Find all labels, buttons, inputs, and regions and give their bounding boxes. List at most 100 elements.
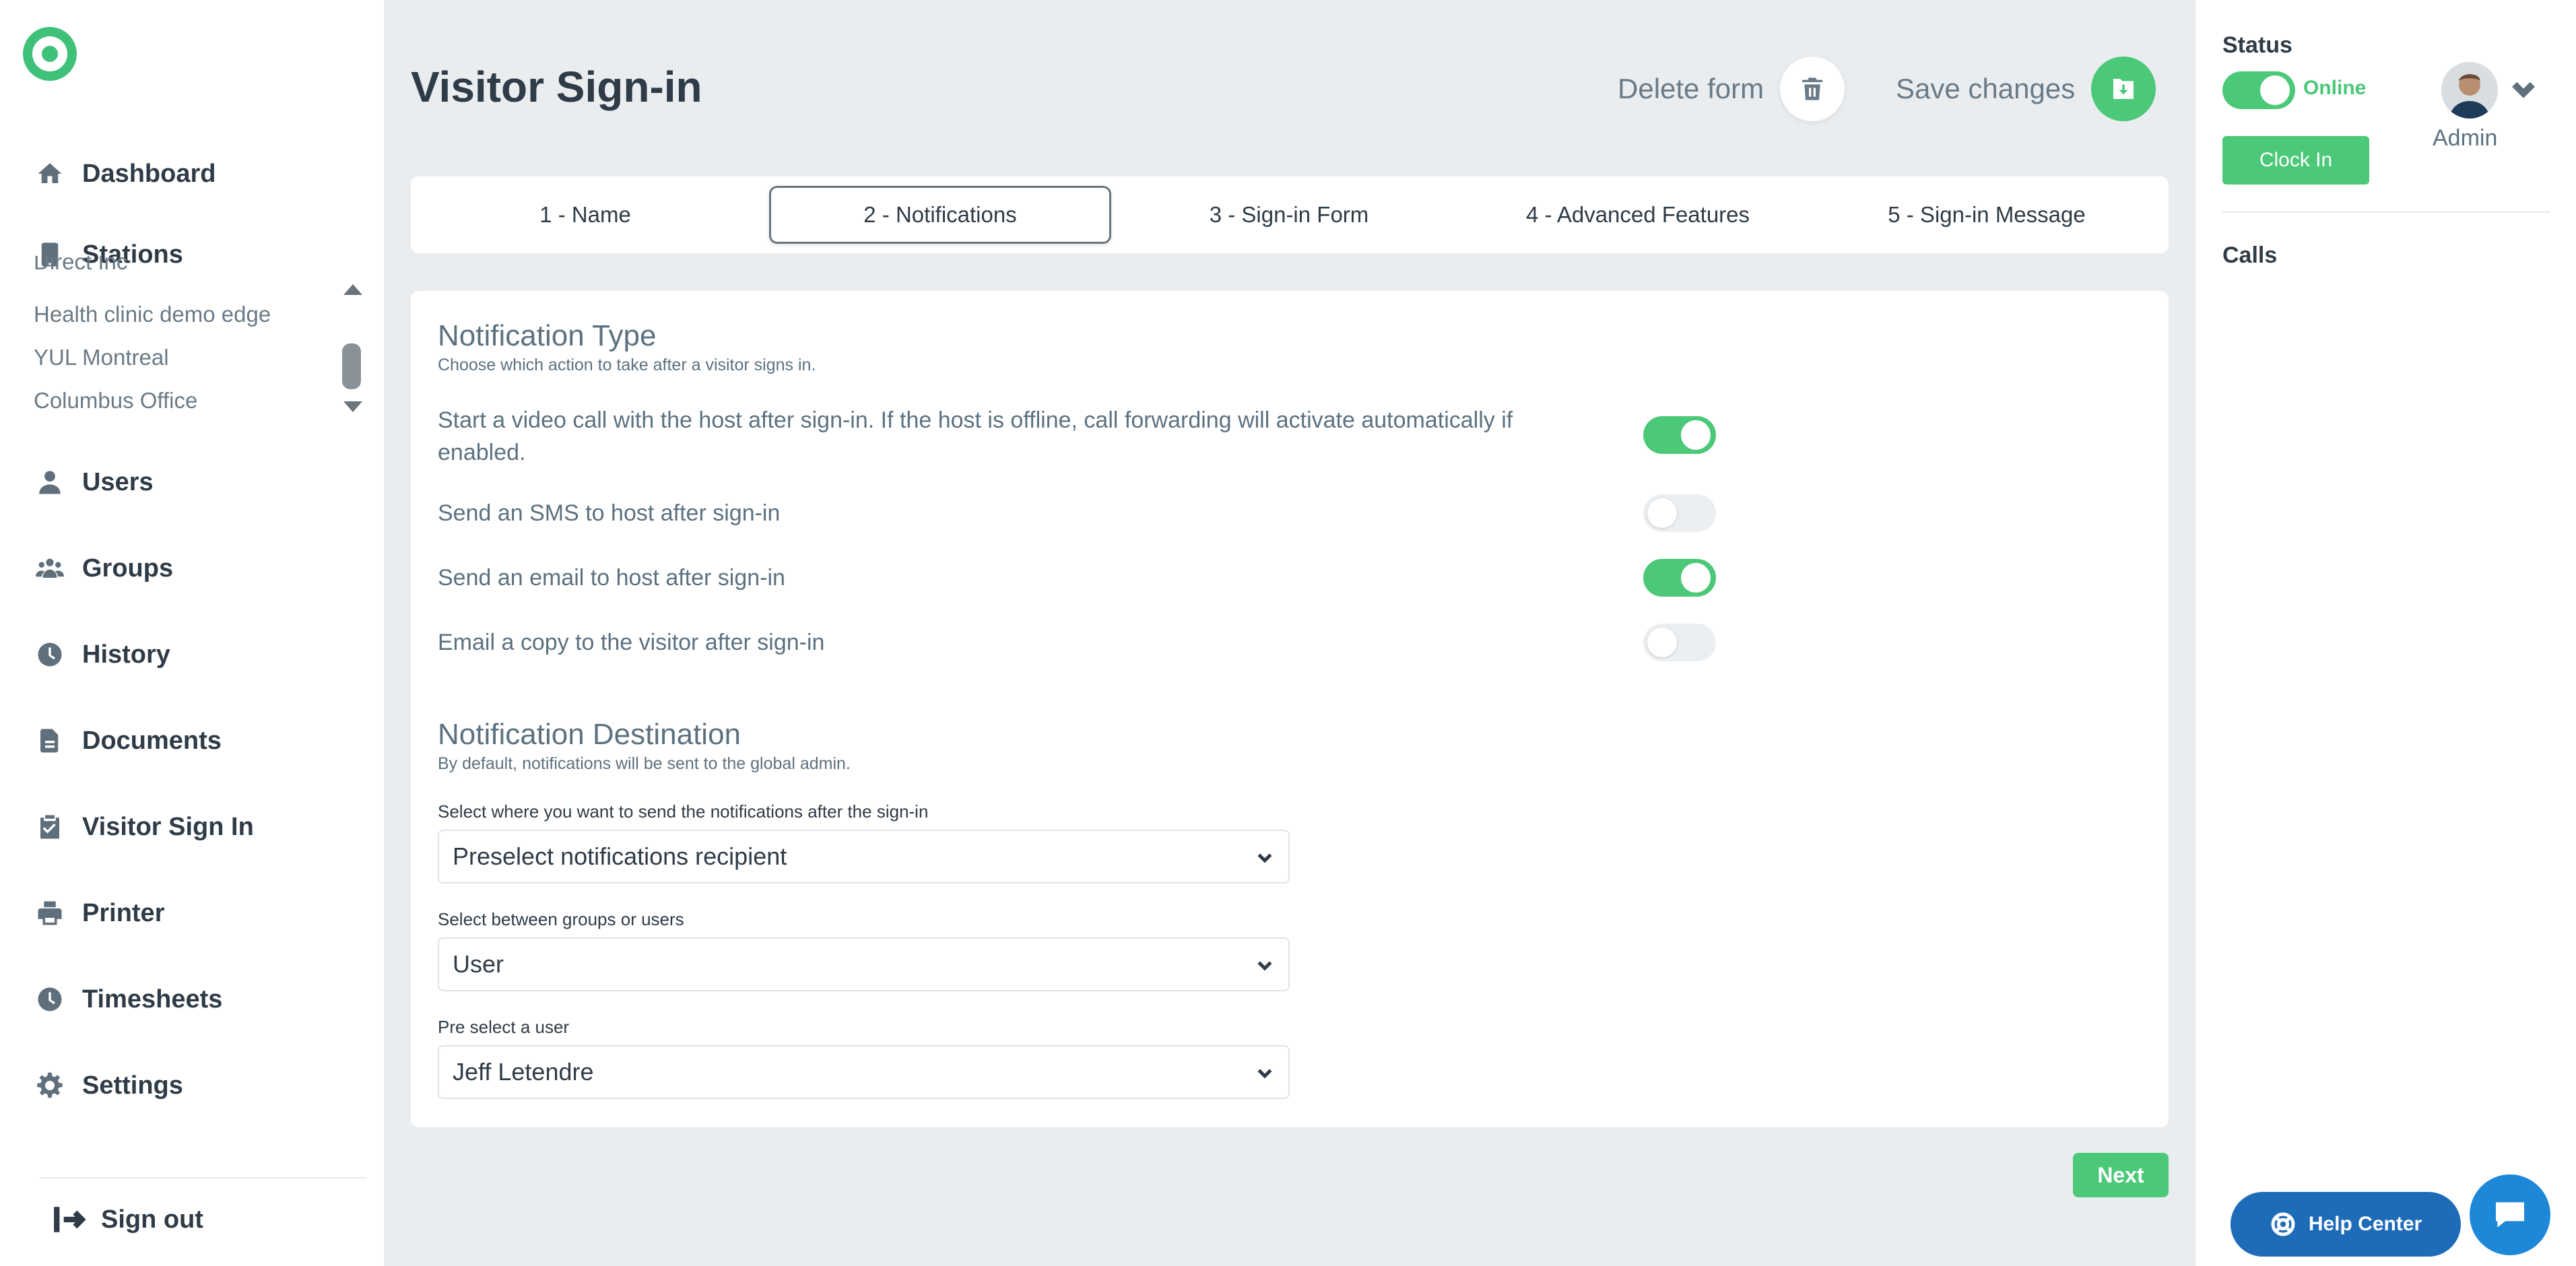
toggle-email-visitor[interactable] (1643, 624, 1716, 661)
station-item[interactable]: Health clinic demo edge (34, 302, 271, 327)
clipboard-check-icon (34, 811, 66, 843)
toggle-sms[interactable] (1643, 494, 1716, 532)
chevron-down-icon (1255, 955, 1275, 975)
delete-form-label: Delete form (1618, 73, 1764, 104)
clock-icon (34, 983, 66, 1015)
clock-icon (34, 638, 66, 671)
document-icon (34, 725, 66, 757)
sidebar-item-label: Groups (82, 554, 174, 582)
sidebar-item-label: Documents (82, 726, 222, 755)
sidebar-item-timesheets[interactable]: Timesheets (34, 978, 222, 1021)
option-label-email-visitor: Email a copy to the visitor after sign-i… (438, 630, 825, 655)
stations-list[interactable]: Direct Inc Health clinic demo edge YUL M… (34, 256, 364, 424)
sign-out-label: Sign out (101, 1205, 203, 1234)
sidebar-item-printer[interactable]: Printer (34, 892, 164, 935)
scroll-up-arrow[interactable] (343, 284, 362, 295)
printer-icon (34, 897, 66, 929)
chat-button[interactable] (2470, 1174, 2550, 1255)
wizard-tabs: 1 - Name 2 - Notifications 3 - Sign-in F… (411, 176, 2169, 253)
groups-users-select[interactable]: User (438, 937, 1290, 991)
app-logo[interactable] (23, 27, 77, 81)
scroll-down-arrow[interactable] (343, 401, 362, 412)
panel-divider (2222, 211, 2550, 213)
trash-icon[interactable] (1780, 57, 1845, 121)
chevron-down-icon (1255, 1063, 1275, 1083)
sign-out-button[interactable]: Sign out (53, 1203, 203, 1236)
field-label-groups-users: Select between groups or users (438, 909, 684, 929)
select-value: Preselect notifications recipient (453, 842, 787, 870)
tab-name[interactable]: 1 - Name (420, 186, 750, 244)
save-changes-button[interactable]: Save changes (1896, 57, 2156, 121)
toggle-knob (1647, 498, 1677, 528)
section-subtitle-notification-destination: By default, notifications will be sent t… (438, 754, 851, 773)
save-changes-label: Save changes (1896, 73, 2076, 104)
station-item[interactable]: Direct Inc (34, 256, 127, 275)
online-status-toggle[interactable] (2222, 71, 2295, 109)
help-center-button[interactable]: Help Center (2231, 1192, 2461, 1257)
online-label: Online (2303, 77, 2367, 99)
toggle-knob (2260, 75, 2290, 105)
help-center-label: Help Center (2308, 1213, 2422, 1235)
sidebar-divider (39, 1177, 366, 1178)
user-name: Admin (2433, 125, 2498, 151)
section-subtitle-notification-type: Choose which action to take after a visi… (438, 356, 816, 374)
select-value: User (453, 950, 504, 978)
sign-out-icon (54, 1207, 86, 1232)
save-download-icon[interactable] (2091, 57, 2156, 121)
groups-icon (34, 552, 66, 585)
avatar[interactable] (2441, 62, 2498, 119)
status-label: Status (2222, 32, 2292, 58)
chevron-down-icon[interactable] (2509, 75, 2538, 102)
lifebuoy-icon (2271, 1212, 2295, 1236)
sidebar-item-label: Users (82, 467, 154, 496)
toggle-knob (1647, 628, 1677, 657)
sidebar-item-documents[interactable]: Documents (34, 719, 222, 762)
toggle-email-host[interactable] (1643, 559, 1716, 597)
sidebar-item-settings[interactable]: Settings (34, 1064, 183, 1107)
sidebar: Dashboard Stations Direct Inc Health cli… (0, 0, 384, 1266)
calls-heading: Calls (2222, 242, 2278, 268)
user-icon (34, 466, 66, 498)
option-label-email-host: Send an email to host after sign-in (438, 565, 785, 591)
option-label-sms: Send an SMS to host after sign-in (438, 500, 781, 526)
sidebar-item-dashboard[interactable]: Dashboard (34, 152, 216, 195)
scrollbar-thumb[interactable] (342, 343, 361, 389)
sidebar-item-history[interactable]: History (34, 633, 170, 676)
section-title-notification-destination: Notification Destination (438, 718, 741, 751)
preselect-user-select[interactable]: Jeff Letendre (438, 1045, 1290, 1099)
sidebar-item-label: Settings (82, 1071, 183, 1100)
notifications-panel: Notification Type Choose which action to… (411, 291, 2169, 1127)
select-value: Jeff Letendre (453, 1058, 594, 1086)
sidebar-item-label: Dashboard (82, 159, 216, 188)
field-label-preselect-user: Pre select a user (438, 1017, 570, 1037)
sidebar-item-label: Printer (82, 898, 165, 927)
sidebar-item-users[interactable]: Users (34, 461, 154, 504)
tab-advanced-features[interactable]: 4 - Advanced Features (1467, 186, 1809, 244)
next-button[interactable]: Next (2073, 1153, 2169, 1197)
toggle-video-call[interactable] (1643, 416, 1716, 454)
status-panel: Status Online Clock In Admin Calls (2195, 0, 2576, 1266)
chat-bubble-icon (2496, 1202, 2524, 1228)
option-label-video-call: Start a video call with the host after s… (438, 407, 1513, 465)
home-icon (34, 158, 66, 190)
sidebar-item-groups[interactable]: Groups (34, 547, 173, 590)
station-item[interactable]: Columbus Office (34, 388, 197, 413)
clock-in-button[interactable]: Clock In (2222, 136, 2369, 185)
sidebar-item-visitor-sign-in[interactable]: Visitor Sign In (34, 805, 254, 848)
toggle-knob (1681, 420, 1711, 450)
tab-notifications[interactable]: 2 - Notifications (769, 186, 1111, 244)
toggle-knob (1681, 563, 1711, 593)
sidebar-item-label: Timesheets (82, 985, 223, 1013)
delete-form-button[interactable]: Delete form (1618, 57, 1845, 121)
tab-sign-in-form[interactable]: 3 - Sign-in Form (1118, 186, 1460, 244)
chevron-down-icon (1255, 847, 1275, 867)
gear-icon (34, 1069, 66, 1102)
sidebar-item-label: History (82, 640, 170, 669)
tab-sign-in-message[interactable]: 5 - Sign-in Message (1816, 186, 2158, 244)
field-label-recipient: Select where you want to send the notifi… (438, 801, 929, 822)
page-title: Visitor Sign-in (411, 63, 702, 111)
recipient-select[interactable]: Preselect notifications recipient (438, 830, 1290, 884)
sidebar-item-label: Visitor Sign In (82, 812, 254, 841)
station-item[interactable]: YUL Montreal (34, 345, 169, 370)
section-title-notification-type: Notification Type (438, 319, 657, 352)
